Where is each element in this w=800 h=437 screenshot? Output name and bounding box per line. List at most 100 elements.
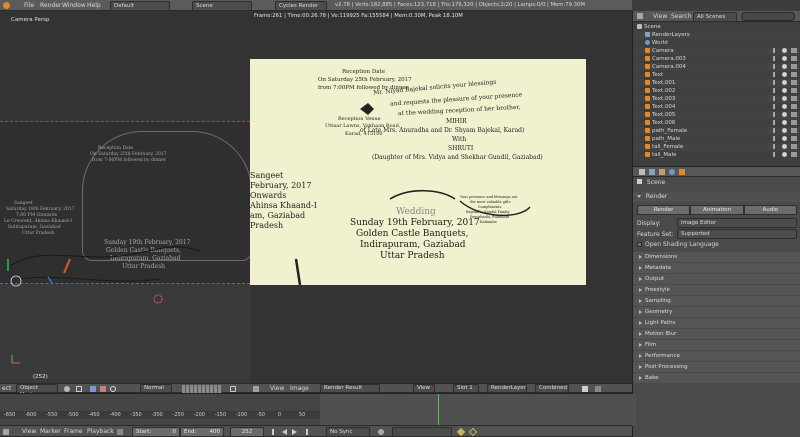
restrict-select-icon[interactable] [773,136,777,141]
restrict-select-icon[interactable] [773,128,777,133]
visibility-eye-icon[interactable] [782,64,787,69]
jump-end-icon[interactable] [302,429,308,435]
rotate-icon[interactable] [110,386,116,392]
visibility-eye-icon[interactable] [782,120,787,125]
outliner-item[interactable]: Text [633,71,800,79]
render-camera-icon[interactable] [791,128,797,133]
panel-bake[interactable]: Bake [633,372,800,383]
shading-solid-icon[interactable] [64,386,70,392]
restrict-select-icon[interactable] [773,120,777,125]
visibility-eye-icon[interactable] [782,136,787,141]
outliner-item[interactable]: Text.003 [633,95,800,103]
cursor-3d-icon[interactable] [153,294,163,304]
timeline[interactable]: -650 -600 -550 -500 -450 -400 -350 -300 -250 -200… [0,393,636,426]
visibility-eye-icon[interactable] [782,88,787,93]
play-reverse-icon[interactable] [282,429,287,435]
outliner-item[interactable]: tail_Female [633,143,800,151]
properties-panel[interactable]: Scene Render Render Animation Audio Disp… [632,166,800,437]
view3d-menu-object[interactable]: ect [2,385,11,392]
outliner-item[interactable]: path_Female [633,127,800,135]
outliner-view-menu[interactable]: View [653,13,667,20]
outliner-item[interactable]: Camera.003 [633,55,800,63]
visibility-eye-icon[interactable] [782,56,787,61]
outliner-item[interactable]: Text.006 [633,119,800,127]
render-camera-icon[interactable] [791,88,797,93]
render-camera-icon[interactable] [791,136,797,141]
visibility-eye-icon[interactable] [782,96,787,101]
timeline-menu-playback[interactable]: Playback [87,428,114,435]
outliner-search-field[interactable] [741,12,795,21]
panel-geometry[interactable]: Geometry [633,306,800,317]
render-section-header[interactable]: Render [633,192,800,202]
restrict-select-icon[interactable] [773,144,777,149]
render-tab-icon[interactable] [639,169,645,175]
start-field[interactable]: Start: 0 [132,427,180,437]
translate-icon[interactable] [100,386,106,392]
sync-select[interactable]: No Sync [326,427,370,437]
outliner-item[interactable]: Camera.004 [633,63,800,71]
render-camera-icon[interactable] [791,144,797,149]
restrict-select-icon[interactable] [773,48,777,53]
mode-select[interactable]: Object Mode [16,384,58,398]
playhead[interactable] [438,394,439,426]
menu-help[interactable]: Help [87,2,101,9]
restrict-select-icon[interactable] [773,88,777,93]
panel-freestyle[interactable]: Freestyle [633,284,800,295]
image-menu-view[interactable]: View [270,385,284,392]
visibility-eye-icon[interactable] [782,152,787,157]
restrict-select-icon[interactable] [773,104,777,109]
pass-select[interactable]: Combined [535,384,569,393]
restrict-select-icon[interactable] [773,152,777,157]
feature-select[interactable]: Supported [677,229,797,239]
render-camera-icon[interactable] [791,64,797,69]
visibility-eye-icon[interactable] [782,112,787,117]
blender-logo-icon[interactable] [3,2,10,9]
keying-set-field[interactable] [392,427,452,437]
restrict-select-icon[interactable] [773,80,777,85]
panel-dimensions[interactable]: Dimensions [633,251,800,262]
render-button[interactable]: Render [637,205,691,215]
current-frame-field[interactable]: 252 [230,427,264,437]
visibility-eye-icon[interactable] [782,80,787,85]
outliner-item[interactable]: RenderLayers [633,31,800,39]
panel-sampling[interactable]: Sampling [633,295,800,306]
outliner-search-menu[interactable]: Search [671,13,692,20]
outliner-item[interactable]: Text.002 [633,87,800,95]
engine-select[interactable]: Cycles Render [275,1,327,11]
visibility-eye-icon[interactable] [782,48,787,53]
render-camera-icon[interactable] [791,112,797,117]
outliner-item[interactable]: tail_Male [633,151,800,159]
render-camera-icon[interactable] [791,72,797,77]
visibility-eye-icon[interactable] [782,144,787,149]
outliner-filter-select[interactable]: All Scenes [693,12,737,22]
image-select[interactable]: Render Result [320,384,380,393]
outliner-item[interactable]: path_Male [633,135,800,143]
channels-icon[interactable] [582,386,588,392]
restrict-select-icon[interactable] [773,72,777,77]
scene-select[interactable]: Scene [192,1,252,11]
display-select[interactable]: Image Editor [677,218,797,228]
panel-metadata[interactable]: Metadata [633,262,800,273]
outliner-item[interactable]: Text.004 [633,103,800,111]
preview-range-icon[interactable] [117,429,123,435]
panel-performance[interactable]: Performance [633,350,800,361]
editor-type-icon[interactable] [253,386,259,392]
jump-start-icon[interactable] [272,429,278,435]
image-editor[interactable]: Frame:261 | Time:00:26.78 | Ve:119925 Fa… [250,11,632,383]
outliner[interactable]: View Search All Scenes Scene RenderLayers… [632,11,800,166]
record-icon[interactable] [378,429,384,435]
image-menu-image[interactable]: Image [290,385,309,392]
render-camera-icon[interactable] [791,56,797,61]
selection-circle[interactable] [10,275,22,287]
slot-select[interactable]: Slot 1 [453,384,479,393]
insert-key-icon[interactable] [456,427,466,437]
manipulator-icon[interactable] [90,386,96,392]
alpha-icon[interactable] [595,386,601,392]
layer-select[interactable]: RenderLayer [487,384,527,393]
render-camera-icon[interactable] [791,48,797,53]
visibility-eye-icon[interactable] [782,104,787,109]
viewport-3d[interactable]: Camera Persp Reception Date On Saturday … [0,11,250,383]
layers-grid[interactable] [182,385,222,393]
outliner-item[interactable]: World [633,39,800,47]
panel-post-processing[interactable]: Post Processing [633,361,800,372]
